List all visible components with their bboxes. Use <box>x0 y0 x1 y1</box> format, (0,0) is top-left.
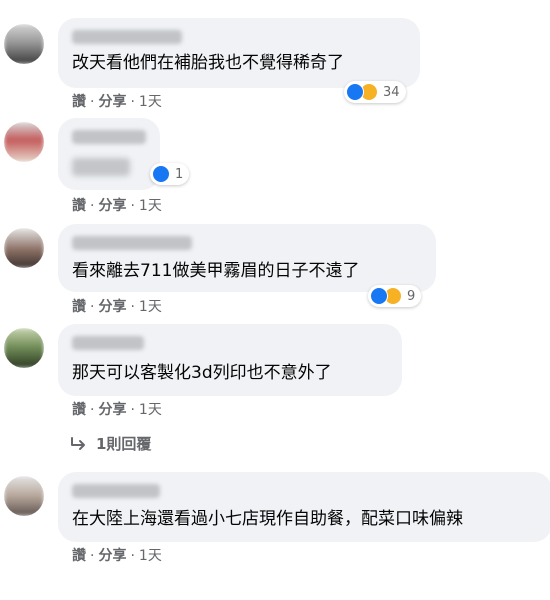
avatar[interactable] <box>4 122 44 162</box>
reaction-summary[interactable]: 1 <box>150 163 190 185</box>
like-button[interactable]: 讚 <box>72 198 86 214</box>
comment-1: 改天看他們在補胎我也不覺得稀奇了 34 讚 · 分享 · 1天 <box>0 0 550 110</box>
comment-5: 在大陸上海還看過小七店現作自助餐，配菜口味偏辣 讚 · 分享 · 1天 <box>0 460 550 600</box>
reply-arrow-icon <box>71 436 85 450</box>
comment-text: 看來離去711做美甲霧眉的日子不遠了 <box>72 261 360 281</box>
separator: · <box>130 94 135 110</box>
reaction-count: 34 <box>383 84 400 100</box>
timestamp[interactable]: 1天 <box>139 402 162 418</box>
separator: · <box>130 548 135 564</box>
comment-2: 1 讚 · 分享 · 1天 <box>0 112 550 220</box>
share-button[interactable]: 分享 <box>98 299 126 315</box>
author-name-blurred <box>72 130 146 144</box>
like-icon <box>152 165 170 183</box>
replies-count-label: 1則回覆 <box>96 435 152 453</box>
avatar[interactable] <box>4 24 44 64</box>
like-button[interactable]: 讚 <box>72 548 86 564</box>
comment-bubble: 看來離去711做美甲霧眉的日子不遠了 <box>58 224 436 292</box>
avatar[interactable] <box>4 328 44 368</box>
separator: · <box>90 94 95 110</box>
like-icon <box>370 287 388 305</box>
reaction-count: 9 <box>407 288 416 304</box>
comment-text: 改天看他們在補胎我也不覺得稀奇了 <box>72 53 344 73</box>
comment-text-blurred <box>72 158 130 176</box>
reaction-count: 1 <box>175 166 184 182</box>
separator: · <box>90 548 95 564</box>
comment-actions: 讚 · 分享 · 1天 <box>72 298 162 316</box>
comment-actions: 讚 · 分享 · 1天 <box>72 197 162 215</box>
like-icon <box>346 83 364 101</box>
separator: · <box>130 299 135 315</box>
reaction-summary[interactable]: 9 <box>368 285 422 307</box>
like-button[interactable]: 讚 <box>72 402 86 418</box>
share-button[interactable]: 分享 <box>98 198 126 214</box>
comment-bubble: 改天看他們在補胎我也不覺得稀奇了 <box>58 18 420 88</box>
share-button[interactable]: 分享 <box>98 548 126 564</box>
avatar[interactable] <box>4 476 44 516</box>
timestamp[interactable]: 1天 <box>139 548 162 564</box>
separator: · <box>130 402 135 418</box>
comment-bubble <box>58 118 160 190</box>
comment-actions: 讚 · 分享 · 1天 <box>72 93 162 111</box>
share-button[interactable]: 分享 <box>98 402 126 418</box>
comment-actions: 讚 · 分享 · 1天 <box>72 401 162 419</box>
comment-actions: 讚 · 分享 · 1天 <box>72 547 162 565</box>
separator: · <box>90 402 95 418</box>
comment-text: 在大陸上海還看過小七店現作自助餐，配菜口味偏辣 <box>72 509 463 529</box>
like-button[interactable]: 讚 <box>72 94 86 110</box>
like-button[interactable]: 讚 <box>72 299 86 315</box>
author-name-blurred <box>72 30 182 44</box>
view-replies-button[interactable]: 1則回覆 <box>70 433 151 454</box>
separator: · <box>90 198 95 214</box>
author-name-blurred <box>72 336 144 350</box>
reaction-summary[interactable]: 34 <box>344 81 406 103</box>
author-name-blurred <box>72 236 192 250</box>
timestamp[interactable]: 1天 <box>139 94 162 110</box>
comment-3: 看來離去711做美甲霧眉的日子不遠了 9 讚 · 分享 · 1天 <box>0 220 550 320</box>
share-button[interactable]: 分享 <box>98 94 126 110</box>
timestamp[interactable]: 1天 <box>139 198 162 214</box>
avatar[interactable] <box>4 228 44 268</box>
timestamp[interactable]: 1天 <box>139 299 162 315</box>
author-name-blurred <box>72 484 160 498</box>
comment-text: 那天可以客製化3d列印也不意外了 <box>72 363 332 383</box>
comment-bubble: 在大陸上海還看過小七店現作自助餐，配菜口味偏辣 <box>58 472 550 542</box>
separator: · <box>130 198 135 214</box>
comment-bubble: 那天可以客製化3d列印也不意外了 <box>58 324 402 396</box>
comment-4: 那天可以客製化3d列印也不意外了 讚 · 分享 · 1天 1則回覆 <box>0 320 550 460</box>
separator: · <box>90 299 95 315</box>
